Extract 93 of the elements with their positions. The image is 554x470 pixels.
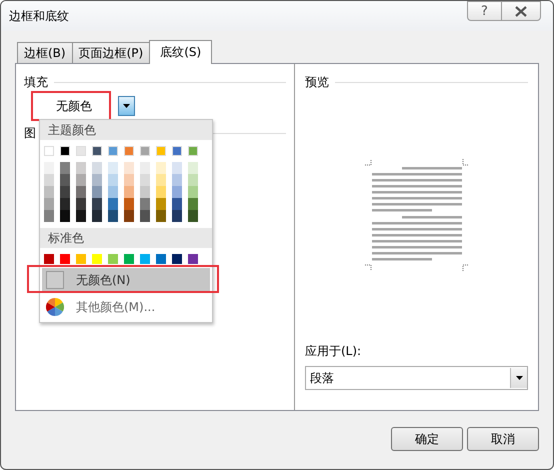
color-swatch[interactable]	[172, 146, 182, 156]
color-swatch[interactable]	[76, 198, 86, 210]
color-swatch[interactable]	[156, 146, 166, 156]
section-label: 预览	[305, 74, 329, 91]
color-swatch[interactable]	[108, 254, 118, 264]
empty-swatch-icon	[46, 271, 64, 289]
color-swatch[interactable]	[60, 210, 70, 222]
color-swatch[interactable]	[92, 186, 102, 198]
color-swatch[interactable]	[44, 254, 54, 264]
menu-item[interactable]: 其他颜色(M)...	[42, 295, 210, 319]
section-label: 填充	[24, 74, 48, 91]
color-swatch[interactable]	[156, 254, 166, 264]
color-swatch[interactable]	[76, 254, 86, 264]
color-swatch[interactable]	[124, 210, 134, 222]
color-swatch[interactable]	[76, 162, 86, 174]
tab[interactable]: 底纹(S)	[149, 40, 212, 64]
color-swatch[interactable]	[188, 198, 198, 210]
caret-icon	[123, 104, 130, 108]
color-swatch[interactable]	[188, 210, 198, 222]
color-swatch[interactable]	[140, 210, 150, 222]
color-swatch[interactable]	[140, 174, 150, 186]
menu-item[interactable]: 无颜色(N)	[42, 268, 210, 292]
color-swatch[interactable]	[44, 174, 54, 186]
color-swatch[interactable]	[92, 162, 102, 174]
menu-header: 标准色	[40, 228, 212, 248]
color-swatch[interactable]	[188, 162, 198, 174]
close-icon	[515, 6, 527, 16]
menu-header: 主题颜色	[40, 120, 212, 140]
color-swatch[interactable]	[44, 210, 54, 222]
dialog-button[interactable]: 确定	[391, 427, 463, 451]
color-swatch[interactable]	[44, 186, 54, 198]
color-swatch[interactable]	[60, 198, 70, 210]
color-swatch[interactable]	[44, 146, 54, 156]
color-swatch[interactable]	[188, 254, 198, 264]
color-swatch[interactable]	[76, 146, 86, 156]
color-swatch[interactable]	[92, 174, 102, 186]
color-swatch[interactable]	[156, 210, 166, 222]
color-swatch[interactable]	[172, 198, 182, 210]
color-swatch[interactable]	[92, 146, 102, 156]
color-swatch[interactable]	[124, 146, 134, 156]
color-swatch[interactable]	[124, 162, 134, 174]
field-label: 应用于(L):	[305, 343, 362, 360]
dropdown-button[interactable]	[118, 96, 135, 116]
color-swatch[interactable]	[156, 162, 166, 174]
section-label: 图	[24, 125, 36, 142]
color-swatch[interactable]	[156, 174, 166, 186]
color-swatch[interactable]	[108, 186, 118, 198]
color-swatch[interactable]	[44, 198, 54, 210]
color-swatch[interactable]	[44, 162, 54, 174]
color-swatch[interactable]	[60, 146, 70, 156]
color-swatch[interactable]	[108, 210, 118, 222]
color-swatch[interactable]	[124, 186, 134, 198]
help-button[interactable]: ?	[467, 1, 501, 21]
color-swatch[interactable]	[92, 198, 102, 210]
color-swatch[interactable]	[124, 174, 134, 186]
color-swatch[interactable]	[76, 210, 86, 222]
caret-icon	[516, 376, 522, 380]
color-swatch[interactable]	[124, 254, 134, 264]
color-swatch[interactable]	[76, 186, 86, 198]
color-swatch[interactable]	[92, 210, 102, 222]
color-swatch[interactable]	[108, 146, 118, 156]
dialog-button[interactable]: 取消	[467, 427, 539, 451]
color-swatch[interactable]	[60, 174, 70, 186]
tab[interactable]: 边框(B)	[17, 42, 73, 63]
window-title: 边框和底纹	[9, 8, 69, 24]
color-swatch[interactable]	[172, 174, 182, 186]
color-swatch[interactable]	[60, 186, 70, 198]
color-swatch[interactable]	[140, 186, 150, 198]
color-swatch[interactable]	[188, 174, 198, 186]
color-swatch[interactable]	[140, 162, 150, 174]
color-swatch[interactable]	[124, 198, 134, 210]
color-swatch[interactable]	[140, 198, 150, 210]
tab[interactable]: 页面边框(P)	[72, 42, 150, 63]
color-swatch[interactable]	[92, 254, 102, 264]
color-swatch[interactable]	[188, 186, 198, 198]
color-swatch[interactable]	[156, 198, 166, 210]
color-swatch[interactable]	[108, 198, 118, 210]
color-swatch[interactable]	[172, 162, 182, 174]
color-swatch[interactable]	[76, 174, 86, 186]
color-swatch[interactable]	[172, 186, 182, 198]
color-swatch[interactable]	[108, 162, 118, 174]
color-swatch[interactable]	[156, 186, 166, 198]
color-swatch[interactable]	[188, 146, 198, 156]
color-swatch[interactable]	[60, 254, 70, 264]
color-swatch[interactable]	[140, 254, 150, 264]
apply-to-dropdown[interactable]: 段落	[305, 366, 528, 390]
color-wheel-icon	[46, 298, 64, 316]
color-swatch[interactable]	[108, 174, 118, 186]
color-swatch[interactable]	[172, 210, 182, 222]
color-swatch[interactable]	[140, 146, 150, 156]
close-button[interactable]	[501, 1, 541, 21]
color-swatch[interactable]	[60, 162, 70, 174]
color-swatch[interactable]	[172, 254, 182, 264]
